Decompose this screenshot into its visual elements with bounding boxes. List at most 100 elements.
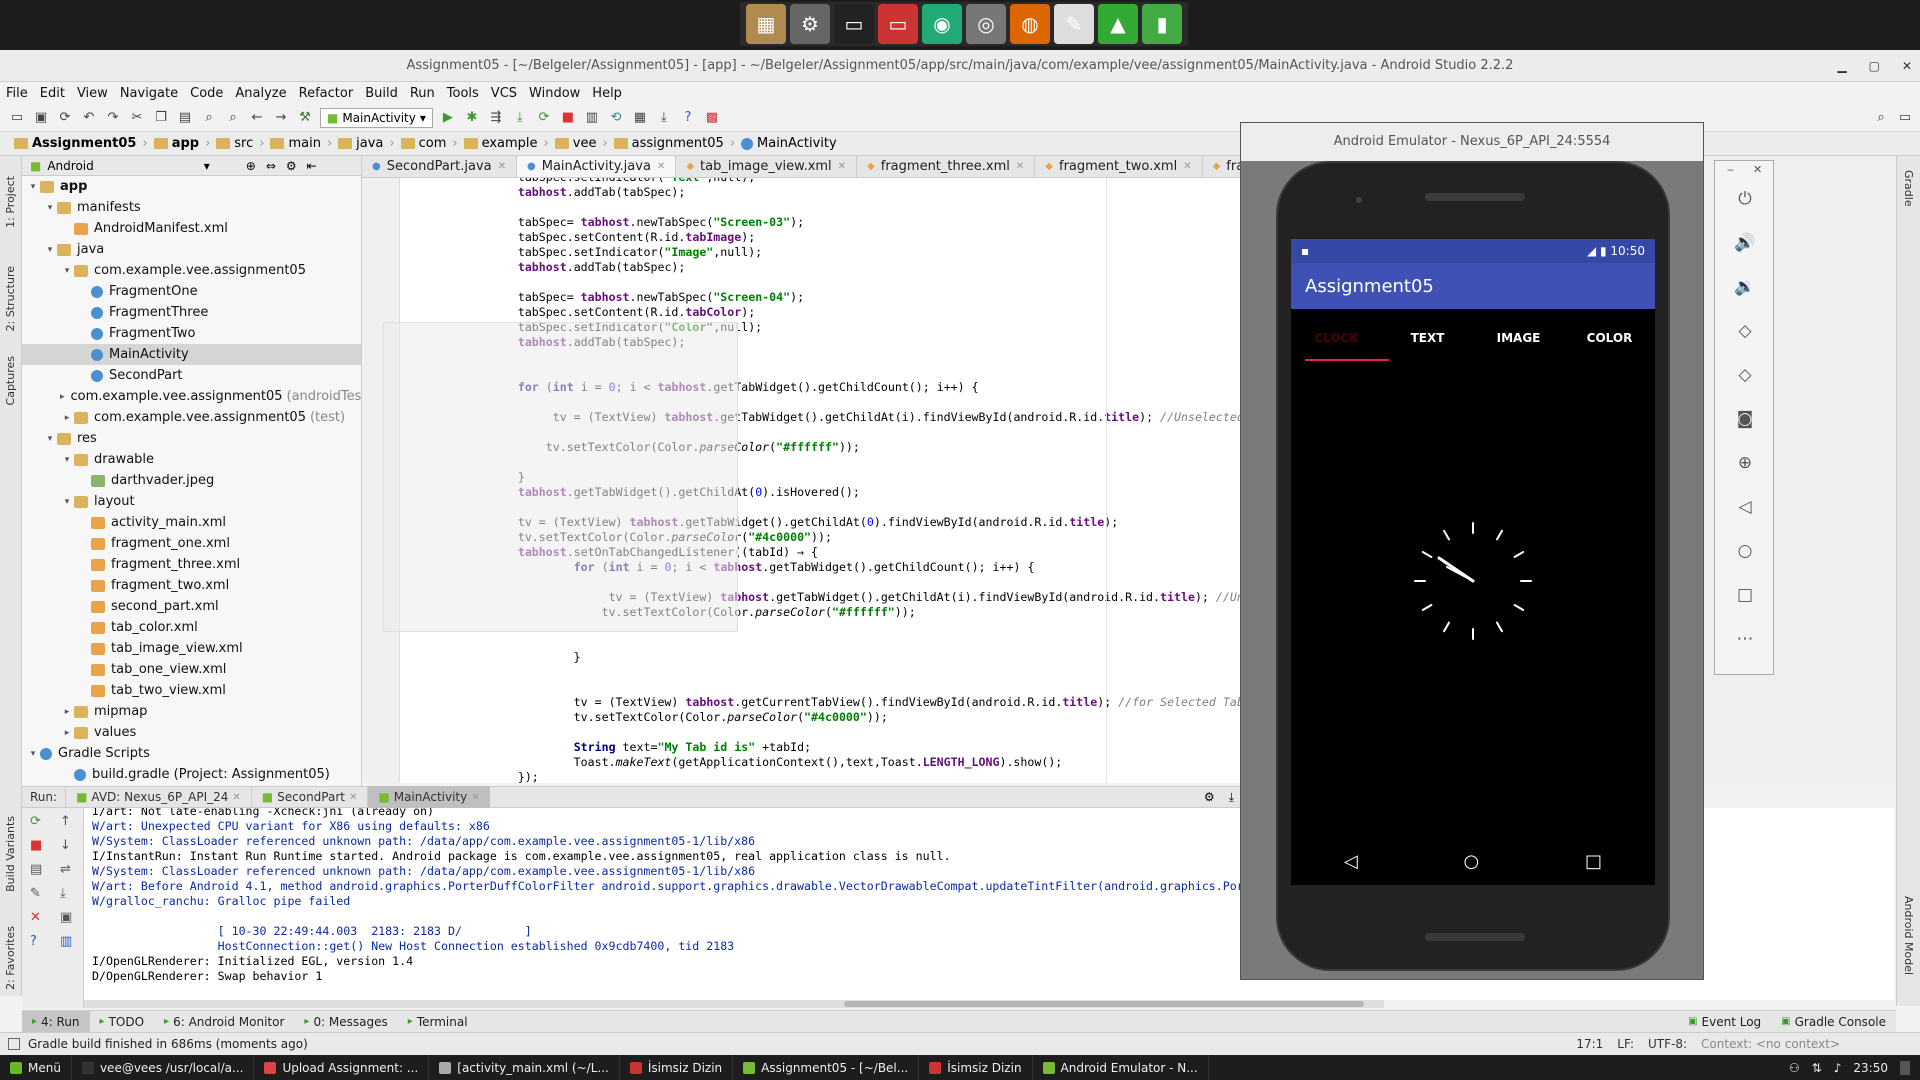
stop-icon[interactable]: ■ (559, 109, 577, 127)
cursor-position[interactable]: 17:1 (1576, 1037, 1603, 1051)
apply-changes-icon[interactable]: ⤓ (511, 109, 529, 127)
tree-item[interactable]: FragmentTwo (22, 323, 361, 344)
tree-item[interactable]: darthvader.jpeg (22, 470, 361, 491)
terminal-icon[interactable]: ▭ (834, 4, 874, 44)
tree-item[interactable]: ▾ Gradle Scripts (22, 743, 361, 764)
rerun-icon[interactable]: ⟳ (535, 109, 553, 127)
taskbar-item[interactable]: İsimsiz Dizin (620, 1055, 734, 1080)
open-folder-icon[interactable]: ▭ (8, 109, 26, 127)
archive-icon[interactable]: ▦ (746, 4, 786, 44)
taskbar-item[interactable]: Assignment05 - [~/Bel... (733, 1055, 920, 1080)
console-horizontal-scrollbar[interactable] (84, 1000, 1384, 1008)
firefox-icon[interactable]: ◍ (1010, 4, 1050, 44)
close-icon[interactable]: ✕ (1753, 163, 1762, 176)
gear-icon[interactable]: ⚙ (1204, 790, 1215, 804)
make-project-icon[interactable]: ⚒ (296, 109, 314, 127)
line-separator[interactable]: LF: (1617, 1037, 1634, 1051)
breadcrumb-item[interactable]: com (395, 136, 453, 151)
settings-icon[interactable]: ⚙ (790, 4, 830, 44)
paste-icon[interactable]: ▤ (176, 109, 194, 127)
editor-tab[interactable]: ● SecondPart.java ✕ (362, 156, 518, 177)
taskbar-item[interactable]: [activity_main.xml (~/L... (429, 1055, 620, 1080)
breadcrumb-item[interactable]: assignment05 (608, 136, 730, 151)
menu-edit[interactable]: Edit (34, 86, 71, 101)
text-editor-icon[interactable]: ✎ (1054, 4, 1094, 44)
emulator-overview-icon[interactable]: □ (1715, 585, 1775, 605)
collapse-arrow-icon[interactable]: ▸ (60, 728, 74, 738)
redo-icon[interactable]: ↷ (104, 109, 122, 127)
user-icon[interactable]: ⚇ (1789, 1061, 1800, 1075)
device-screen[interactable]: ▪ ◢ ▮ 10:50 Assignment05 CLOCK TEXT IMAG… (1291, 239, 1655, 885)
files-icon[interactable]: ▭ (878, 4, 918, 44)
stop-icon[interactable]: ■ (30, 838, 42, 853)
tree-item[interactable]: tab_one_view.xml (22, 659, 361, 680)
help-icon[interactable]: ? (679, 109, 697, 127)
emulator-home-icon[interactable]: ○ (1715, 541, 1775, 561)
print-icon[interactable]: ▣ (60, 910, 72, 925)
emulator-rotate-left-icon[interactable]: ◇ (1715, 321, 1775, 341)
sdk-manager-icon[interactable]: ⤓ (655, 109, 673, 127)
close-tab-icon[interactable]: ✕ (232, 792, 240, 803)
tool-strip-gradle[interactable]: Gradle (1902, 170, 1915, 207)
cut-icon[interactable]: ✂ (128, 109, 146, 127)
save-icon[interactable]: ▣ (32, 109, 50, 127)
tool-tab-messages[interactable]: ▸ 0: Messages (294, 1011, 397, 1033)
editor-tab[interactable]: ◆ fragment_two.xml ✕ (1035, 156, 1203, 177)
replace-icon[interactable]: ⌕ (224, 109, 242, 127)
menu-run[interactable]: Run (404, 86, 441, 101)
close-tab-icon[interactable]: ✕ (349, 792, 357, 803)
phone-icon[interactable]: ▮ (1142, 4, 1182, 44)
close-icon[interactable]: ✕ (30, 910, 41, 925)
tab-text[interactable]: TEXT (1382, 309, 1473, 367)
tree-item[interactable]: ▾ java (22, 239, 361, 260)
hide-panel-icon[interactable]: ⇤ (307, 159, 317, 173)
tree-item[interactable]: ▸ values (22, 722, 361, 743)
breadcrumb-item[interactable]: MainActivity (735, 136, 843, 151)
file-encoding[interactable]: UTF-8: (1648, 1037, 1687, 1051)
menu-navigate[interactable]: Navigate (114, 86, 184, 101)
android-studio-icon[interactable]: ▲ (1098, 4, 1138, 44)
tool-strip-project[interactable]: 1: Project (4, 176, 17, 228)
home-icon[interactable]: ○ (1464, 851, 1480, 872)
close-icon[interactable]: ✕ (1902, 50, 1912, 82)
emulator-volume-up-icon[interactable]: 🔊 (1715, 233, 1775, 253)
search-everywhere-icon[interactable]: ⌕ (1872, 109, 1890, 127)
run-config-select[interactable]: ■ MainActivity ▾ (320, 107, 433, 128)
close-tab-icon[interactable]: ✕ (838, 161, 846, 172)
status-toggle-icon[interactable] (8, 1038, 20, 1050)
editor-tab[interactable]: ● MainActivity.java ✕ (517, 156, 677, 177)
run-icon[interactable]: ▶ (439, 109, 457, 127)
menu-tools[interactable]: Tools (441, 86, 485, 101)
tree-item[interactable]: SecondPart (22, 365, 361, 386)
back-icon[interactable]: ◁ (1344, 851, 1358, 872)
run-console[interactable]: I/art: Not late-enabling -Xcheck:jni (al… (84, 808, 1244, 1000)
tool-strip-favorites[interactable]: 2: Favorites (4, 926, 17, 990)
undo-icon[interactable]: ↶ (80, 109, 98, 127)
scroll-up-icon[interactable]: ↑ (60, 814, 71, 829)
expand-arrow-icon[interactable]: ▾ (43, 203, 57, 213)
back-nav-icon[interactable]: ← (248, 109, 266, 127)
emulator-power-icon[interactable]: ⏻ (1715, 189, 1775, 209)
tab-color[interactable]: COLOR (1564, 309, 1655, 367)
emulator-volume-down-icon[interactable]: 🔉 (1715, 277, 1775, 297)
tree-item[interactable]: tab_color.xml (22, 617, 361, 638)
expand-arrow-icon[interactable]: ▾ (60, 266, 74, 276)
close-tab-icon[interactable]: ✕ (1183, 161, 1191, 172)
android-device-monitor-icon[interactable]: ▩ (703, 109, 721, 127)
scrollbar-thumb[interactable] (844, 1001, 1364, 1007)
collapse-icon[interactable]: ⇔ (266, 159, 276, 173)
sync-scroll-icon[interactable]: ⊕ (246, 159, 256, 173)
find-icon[interactable]: ⌕ (200, 109, 218, 127)
breadcrumb-item[interactable]: example (458, 136, 544, 151)
tree-item[interactable]: fragment_one.xml (22, 533, 361, 554)
tool-tab-gradle-console[interactable]: ▣ Gradle Console (1771, 1011, 1896, 1033)
tree-item[interactable]: ▾ manifests (22, 197, 361, 218)
tree-item[interactable]: ▾ layout (22, 491, 361, 512)
tool-tab-todo[interactable]: ▸ TODO (90, 1011, 155, 1033)
gear-icon[interactable]: ⚙ (286, 159, 297, 173)
breadcrumb-item[interactable]: app (148, 136, 205, 151)
debug-icon[interactable]: ✱ (463, 109, 481, 127)
tree-item[interactable]: ▾ com.example.vee.assignment05 (22, 260, 361, 281)
emulator-back-icon[interactable]: ◁ (1715, 497, 1775, 517)
expand-arrow-icon[interactable]: ▾ (60, 455, 74, 465)
